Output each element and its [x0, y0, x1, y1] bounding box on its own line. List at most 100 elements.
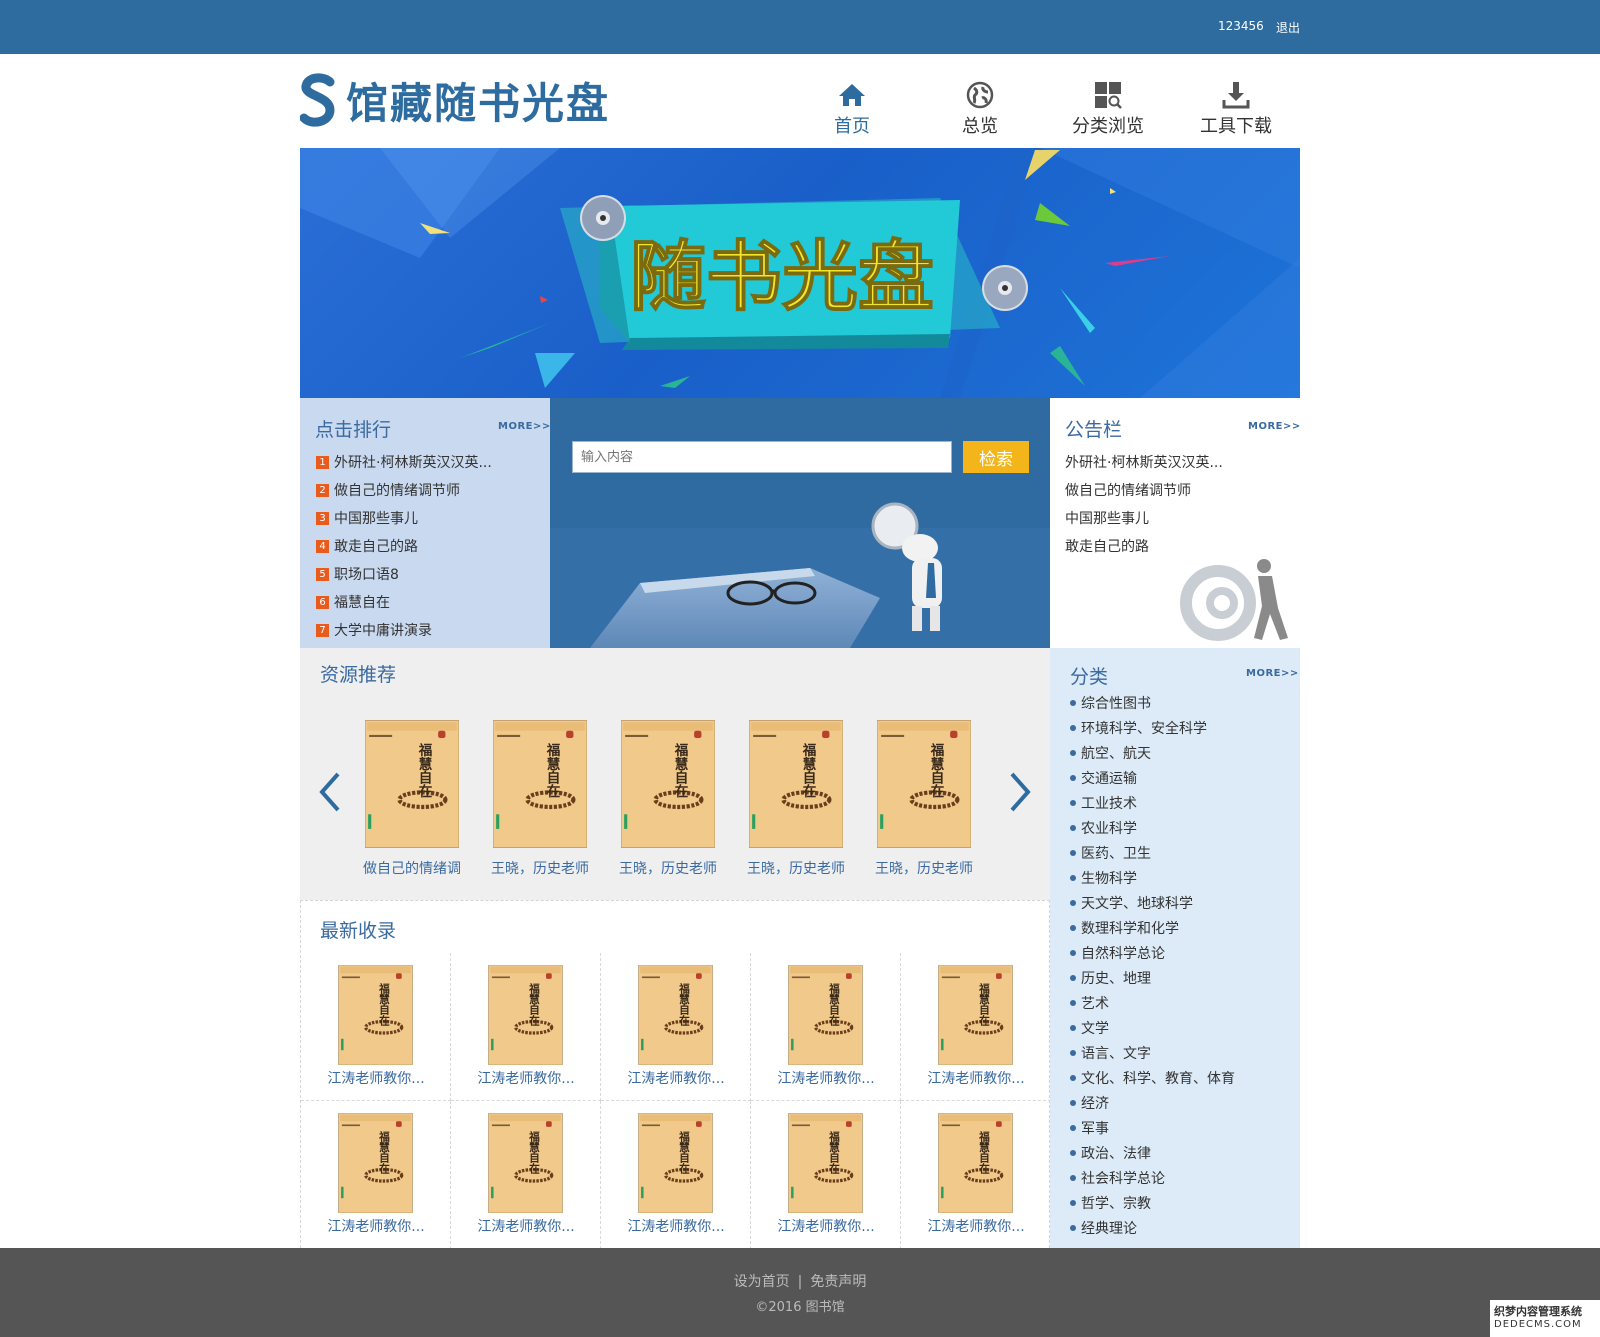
click-ranking-panel: 点击排行 MORE>> 1 外研社·柯林斯英汉汉英... 2 做自己的情绪调节师 3…: [300, 398, 550, 648]
bullet-icon: [1070, 699, 1076, 706]
rank-number-badge: 2: [316, 483, 329, 497]
book-cover-title: 福慧自在: [671, 742, 689, 799]
notice-item[interactable]: 中国那些事儿: [1065, 504, 1290, 532]
logo-s-icon: [300, 73, 335, 127]
notice-item[interactable]: 外研社·柯林斯英汉汉英...: [1065, 448, 1290, 476]
watermark-line2: DEDECMS.COM: [1494, 1319, 1582, 1330]
category-label: 政治、法律: [1081, 1145, 1151, 1162]
bullet-icon: [1070, 899, 1076, 906]
book-cover-image: 福慧自在: [638, 965, 713, 1065]
newest-book-item[interactable]: 福慧自在 江涛老师教你...: [451, 1101, 601, 1249]
category-item[interactable]: 数理科学和化学: [1070, 915, 1290, 940]
recommend-book-item[interactable]: 福慧自在 王晓，历史老师: [875, 720, 977, 880]
book-cover-title: 福慧自在: [378, 1130, 391, 1174]
category-item[interactable]: 哲学、宗教: [1070, 1190, 1290, 1215]
logout-link[interactable]: 退出: [1276, 19, 1300, 36]
newest-book-item[interactable]: 福慧自在 江涛老师教你...: [751, 1101, 901, 1249]
category-item[interactable]: 军事: [1070, 1115, 1290, 1140]
username-label[interactable]: 123456: [1218, 19, 1264, 33]
top-bar: 123456 退出: [0, 0, 1600, 54]
category-item[interactable]: 艺术: [1070, 990, 1290, 1015]
bullet-icon: [1070, 1199, 1076, 1206]
category-label: 综合性图书: [1081, 695, 1151, 712]
category-item[interactable]: 文学: [1070, 1015, 1290, 1040]
recommend-title: 资源推荐: [320, 664, 397, 686]
rank-item[interactable]: 6 福慧自在: [316, 588, 536, 616]
category-item[interactable]: 天文学、地球科学: [1070, 890, 1290, 915]
category-item[interactable]: 经济: [1070, 1090, 1290, 1115]
book-cover-image: 福慧自在: [493, 720, 587, 848]
category-item[interactable]: 农业科学: [1070, 815, 1290, 840]
rank-more-link[interactable]: MORE>>: [498, 421, 551, 432]
nav-home[interactable]: 首页: [797, 80, 907, 140]
copyright-text: ©2016 图书馆: [755, 1300, 845, 1315]
rank-item[interactable]: 4 敢走自己的路: [316, 532, 536, 560]
bullet-icon: [1070, 974, 1076, 981]
nav-category-browse[interactable]: 分类浏览: [1053, 80, 1163, 140]
rank-item[interactable]: 3 中国那些事儿: [316, 504, 536, 532]
book-cover-image: 福慧自在: [749, 720, 843, 848]
newest-book-item[interactable]: 福慧自在 江涛老师教你...: [901, 953, 1051, 1101]
category-item[interactable]: 航空、航天: [1070, 740, 1290, 765]
category-item[interactable]: 自然科学总论: [1070, 940, 1290, 965]
category-item[interactable]: 经典理论: [1070, 1215, 1290, 1240]
category-item[interactable]: 医药、卫生: [1070, 840, 1290, 865]
category-item[interactable]: 文化、科学、教育、体育: [1070, 1065, 1290, 1090]
banner-illustration: 随书光盘: [300, 148, 1300, 398]
newest-book-item[interactable]: 福慧自在 江涛老师教你...: [301, 953, 451, 1101]
category-item[interactable]: 历史、地理: [1070, 965, 1290, 990]
book-cover-image: 福慧自在: [338, 965, 413, 1065]
notice-title: 公告栏: [1065, 419, 1123, 441]
search-button[interactable]: 检索: [963, 441, 1029, 473]
set-homepage-link[interactable]: 设为首页: [734, 1274, 790, 1290]
book-cover-image: 福慧自在: [621, 720, 715, 848]
notice-board-panel: 公告栏 MORE>> 外研社·柯林斯英汉汉英... 做自己的情绪调节师 中国那些…: [1050, 398, 1300, 648]
carousel-prev-icon[interactable]: [316, 770, 344, 814]
rank-item[interactable]: 1 外研社·柯林斯英汉汉英...: [316, 448, 536, 476]
recommend-book-item[interactable]: 福慧自在 王晓，历史老师: [491, 720, 593, 880]
rank-item-title: 外研社·柯林斯英汉汉英...: [334, 455, 492, 471]
notice-more-link[interactable]: MORE>>: [1248, 421, 1300, 432]
category-panel: 分类 MORE>> 综合性图书 环境科学、安全科学 航空、航天 交通运输 工业技术 农业科…: [1050, 648, 1300, 1248]
category-item[interactable]: 综合性图书: [1070, 690, 1290, 715]
newest-book-item[interactable]: 福慧自在 江涛老师教你...: [601, 953, 751, 1101]
category-label: 自然科学总论: [1081, 945, 1165, 962]
category-list: 综合性图书环境科学、安全科学航空、航天 交通运输 工业技术 农业科学 医药、卫生 生物科学…: [1070, 690, 1290, 1240]
category-item[interactable]: 工业技术: [1070, 790, 1290, 815]
category-label: 文学: [1081, 1020, 1109, 1037]
recommend-book-title: 王晓，历史老师: [619, 861, 717, 877]
newest-book-item[interactable]: 福慧自在 江涛老师教你...: [301, 1101, 451, 1249]
category-item[interactable]: 交通运输: [1070, 765, 1290, 790]
category-label: 环境科学、安全科学: [1081, 720, 1207, 737]
newest-book-item[interactable]: 福慧自在 江涛老师教你...: [751, 953, 901, 1101]
recommend-book-item[interactable]: 福慧自在王晓，历史老师: [619, 720, 721, 880]
newest-book-item[interactable]: 福慧自在 江涛老师教你...: [901, 1101, 1051, 1249]
category-item[interactable]: 生物科学: [1070, 865, 1290, 890]
carousel-next-icon[interactable]: [1006, 770, 1034, 814]
recommend-book-item[interactable]: 福慧自在 做自己的情绪调: [363, 720, 465, 880]
category-item[interactable]: 环境科学、安全科学: [1070, 715, 1290, 740]
rank-item-title: 做自己的情绪调节师: [334, 483, 460, 499]
hero-banner[interactable]: 随书光盘: [300, 148, 1300, 398]
rank-item[interactable]: 2 做自己的情绪调节师: [316, 476, 536, 504]
rank-item[interactable]: 5 职场口语8: [316, 560, 536, 588]
newest-book-item[interactable]: 福慧自在 江涛老师教你...: [451, 953, 601, 1101]
disclaimer-link[interactable]: 免责声明: [810, 1274, 866, 1290]
site-title: 馆藏随书光盘: [346, 78, 611, 128]
rank-item[interactable]: 7 大学中庸讲演录: [316, 616, 536, 644]
newest-title: 最新收录: [320, 920, 397, 942]
bullet-icon: [1070, 824, 1076, 831]
notice-item[interactable]: 做自己的情绪调节师: [1065, 476, 1290, 504]
nav-overview[interactable]: 总览: [925, 80, 1035, 140]
category-item[interactable]: 语言、文字: [1070, 1040, 1290, 1065]
newest-book-item[interactable]: 福慧自在 江涛老师教你...: [601, 1101, 751, 1249]
nav-tool-download[interactable]: 工具下载: [1181, 80, 1291, 140]
category-item[interactable]: 社会科学总论: [1070, 1165, 1290, 1190]
search-input[interactable]: [572, 441, 952, 473]
category-label: 经典理论: [1081, 1220, 1137, 1237]
category-item[interactable]: 政治、法律: [1070, 1140, 1290, 1165]
site-logo[interactable]: 馆藏随书光盘: [300, 72, 610, 128]
recommend-book-item[interactable]: 福慧自在 王晓，历史老师: [747, 720, 849, 880]
newest-book-title: 江涛老师教你...: [927, 1219, 1025, 1235]
category-more-link[interactable]: MORE>>: [1246, 668, 1299, 679]
